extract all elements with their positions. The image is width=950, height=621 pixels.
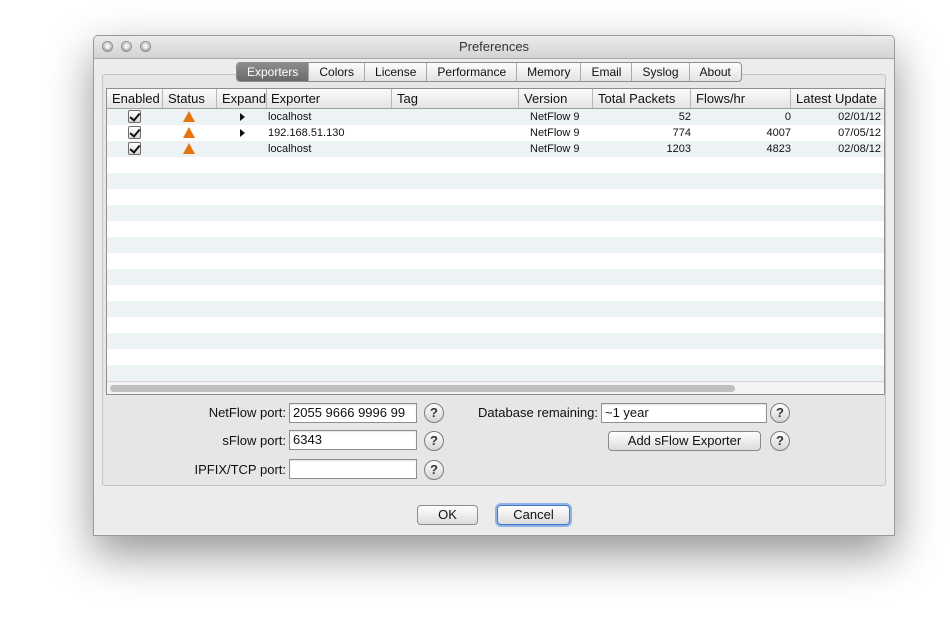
netflow-port-field[interactable]: 2055 9666 9996 99: [289, 403, 417, 423]
cancel-button[interactable]: Cancel: [497, 505, 570, 525]
warning-triangle-icon: [183, 143, 195, 154]
column-header-tag[interactable]: Tag: [392, 89, 519, 108]
ipfix-port-label: IPFIX/TCP port:: [194, 462, 286, 477]
scrollbar-thumb[interactable]: [110, 385, 735, 392]
cell-exporter: localhost: [268, 111, 312, 123]
empty-row: [107, 253, 884, 269]
cell-flows-hr: 4007: [766, 127, 791, 139]
cell-flows-hr: 4823: [766, 143, 791, 155]
cell-total-packets: 1203: [666, 143, 691, 155]
tab-license[interactable]: License: [365, 63, 428, 81]
empty-row: [107, 157, 884, 173]
ok-button[interactable]: OK: [417, 505, 478, 525]
table-row[interactable]: localhost NetFlow 9 52 0 02/01/12: [107, 109, 884, 125]
cell-latest-update: 02/08/12: [838, 143, 881, 155]
empty-row: [107, 269, 884, 285]
cell-version: NetFlow 9: [530, 127, 580, 139]
sflow-port-label: sFlow port:: [222, 433, 286, 448]
cell-latest-update: 07/05/12: [838, 127, 881, 139]
cell-version: NetFlow 9: [530, 143, 580, 155]
table-row[interactable]: 192.168.51.130 NetFlow 9 774 4007 07/05/…: [107, 125, 884, 141]
empty-row: [107, 173, 884, 189]
tab-memory[interactable]: Memory: [517, 63, 582, 81]
empty-row: [107, 205, 884, 221]
cell-tag: [393, 141, 517, 157]
empty-row: [107, 189, 884, 205]
empty-row: [107, 301, 884, 317]
tab-about[interactable]: About: [690, 63, 741, 81]
empty-row: [107, 285, 884, 301]
column-header-expand[interactable]: Expand: [217, 89, 267, 108]
database-remaining-label: Database remaining:: [478, 405, 598, 420]
ipfix-help-button[interactable]: ?: [424, 460, 444, 480]
exporters-table: Enabled Status Expand Exporter Tag Versi…: [106, 88, 885, 395]
tab-email[interactable]: Email: [581, 63, 633, 81]
cell-exporter: 192.168.51.130: [268, 127, 345, 139]
empty-row: [107, 221, 884, 237]
table-body: localhost NetFlow 9 52 0 02/01/12 192.16…: [107, 109, 884, 381]
column-header-flows-hr[interactable]: Flows/hr: [691, 89, 791, 108]
title-bar[interactable]: Preferences: [94, 36, 894, 59]
expand-triangle-icon[interactable]: [240, 113, 245, 121]
add-sflow-help-button[interactable]: ?: [770, 431, 790, 451]
cell-exporter: localhost: [268, 143, 312, 155]
table-row[interactable]: localhost NetFlow 9 1203 4823 02/08/12: [107, 141, 884, 157]
cell-flows-hr: 0: [784, 111, 791, 123]
netflow-help-button[interactable]: ?: [424, 403, 444, 423]
cell-version: NetFlow 9: [530, 111, 580, 123]
empty-row: [107, 333, 884, 349]
cell-tag: [393, 125, 517, 141]
preferences-window: Preferences Exporters Colors License Per…: [93, 35, 895, 536]
column-header-total-packets[interactable]: Total Packets: [593, 89, 691, 108]
empty-row: [107, 349, 884, 365]
empty-row: [107, 237, 884, 253]
column-header-latest-update[interactable]: Latest Update: [791, 89, 884, 108]
empty-row: [107, 317, 884, 333]
ipfix-port-field[interactable]: [289, 459, 417, 479]
expand-triangle-icon[interactable]: [240, 129, 245, 137]
warning-triangle-icon: [183, 111, 195, 122]
warning-triangle-icon: [183, 127, 195, 138]
add-sflow-exporter-button[interactable]: Add sFlow Exporter: [608, 431, 761, 451]
database-remaining-field: ~1 year: [601, 403, 767, 423]
tab-bar: Exporters Colors License Performance Mem…: [236, 62, 742, 82]
enabled-checkbox[interactable]: [128, 110, 141, 123]
enabled-checkbox[interactable]: [128, 126, 141, 139]
sflow-help-button[interactable]: ?: [424, 431, 444, 451]
column-header-status[interactable]: Status: [163, 89, 217, 108]
cell-tag: [393, 109, 517, 125]
database-help-button[interactable]: ?: [770, 403, 790, 423]
empty-row: [107, 365, 884, 381]
cell-total-packets: 52: [678, 111, 691, 123]
sflow-port-field[interactable]: 6343: [289, 430, 417, 450]
window-title: Preferences: [458, 39, 530, 54]
netflow-port-label: NetFlow port:: [208, 405, 286, 420]
column-header-enabled[interactable]: Enabled: [107, 89, 163, 108]
column-header-exporter[interactable]: Exporter: [267, 89, 392, 108]
tab-syslog[interactable]: Syslog: [632, 63, 690, 81]
cell-latest-update: 02/01/12: [838, 111, 881, 123]
tab-colors[interactable]: Colors: [309, 63, 366, 81]
cell-total-packets: 774: [672, 127, 691, 139]
horizontal-scrollbar[interactable]: [107, 381, 884, 394]
enabled-checkbox[interactable]: [128, 142, 141, 155]
tab-exporters[interactable]: Exporters: [237, 63, 310, 81]
table-header: Enabled Status Expand Exporter Tag Versi…: [107, 89, 884, 109]
column-header-version[interactable]: Version: [519, 89, 593, 108]
tab-performance[interactable]: Performance: [427, 63, 518, 81]
